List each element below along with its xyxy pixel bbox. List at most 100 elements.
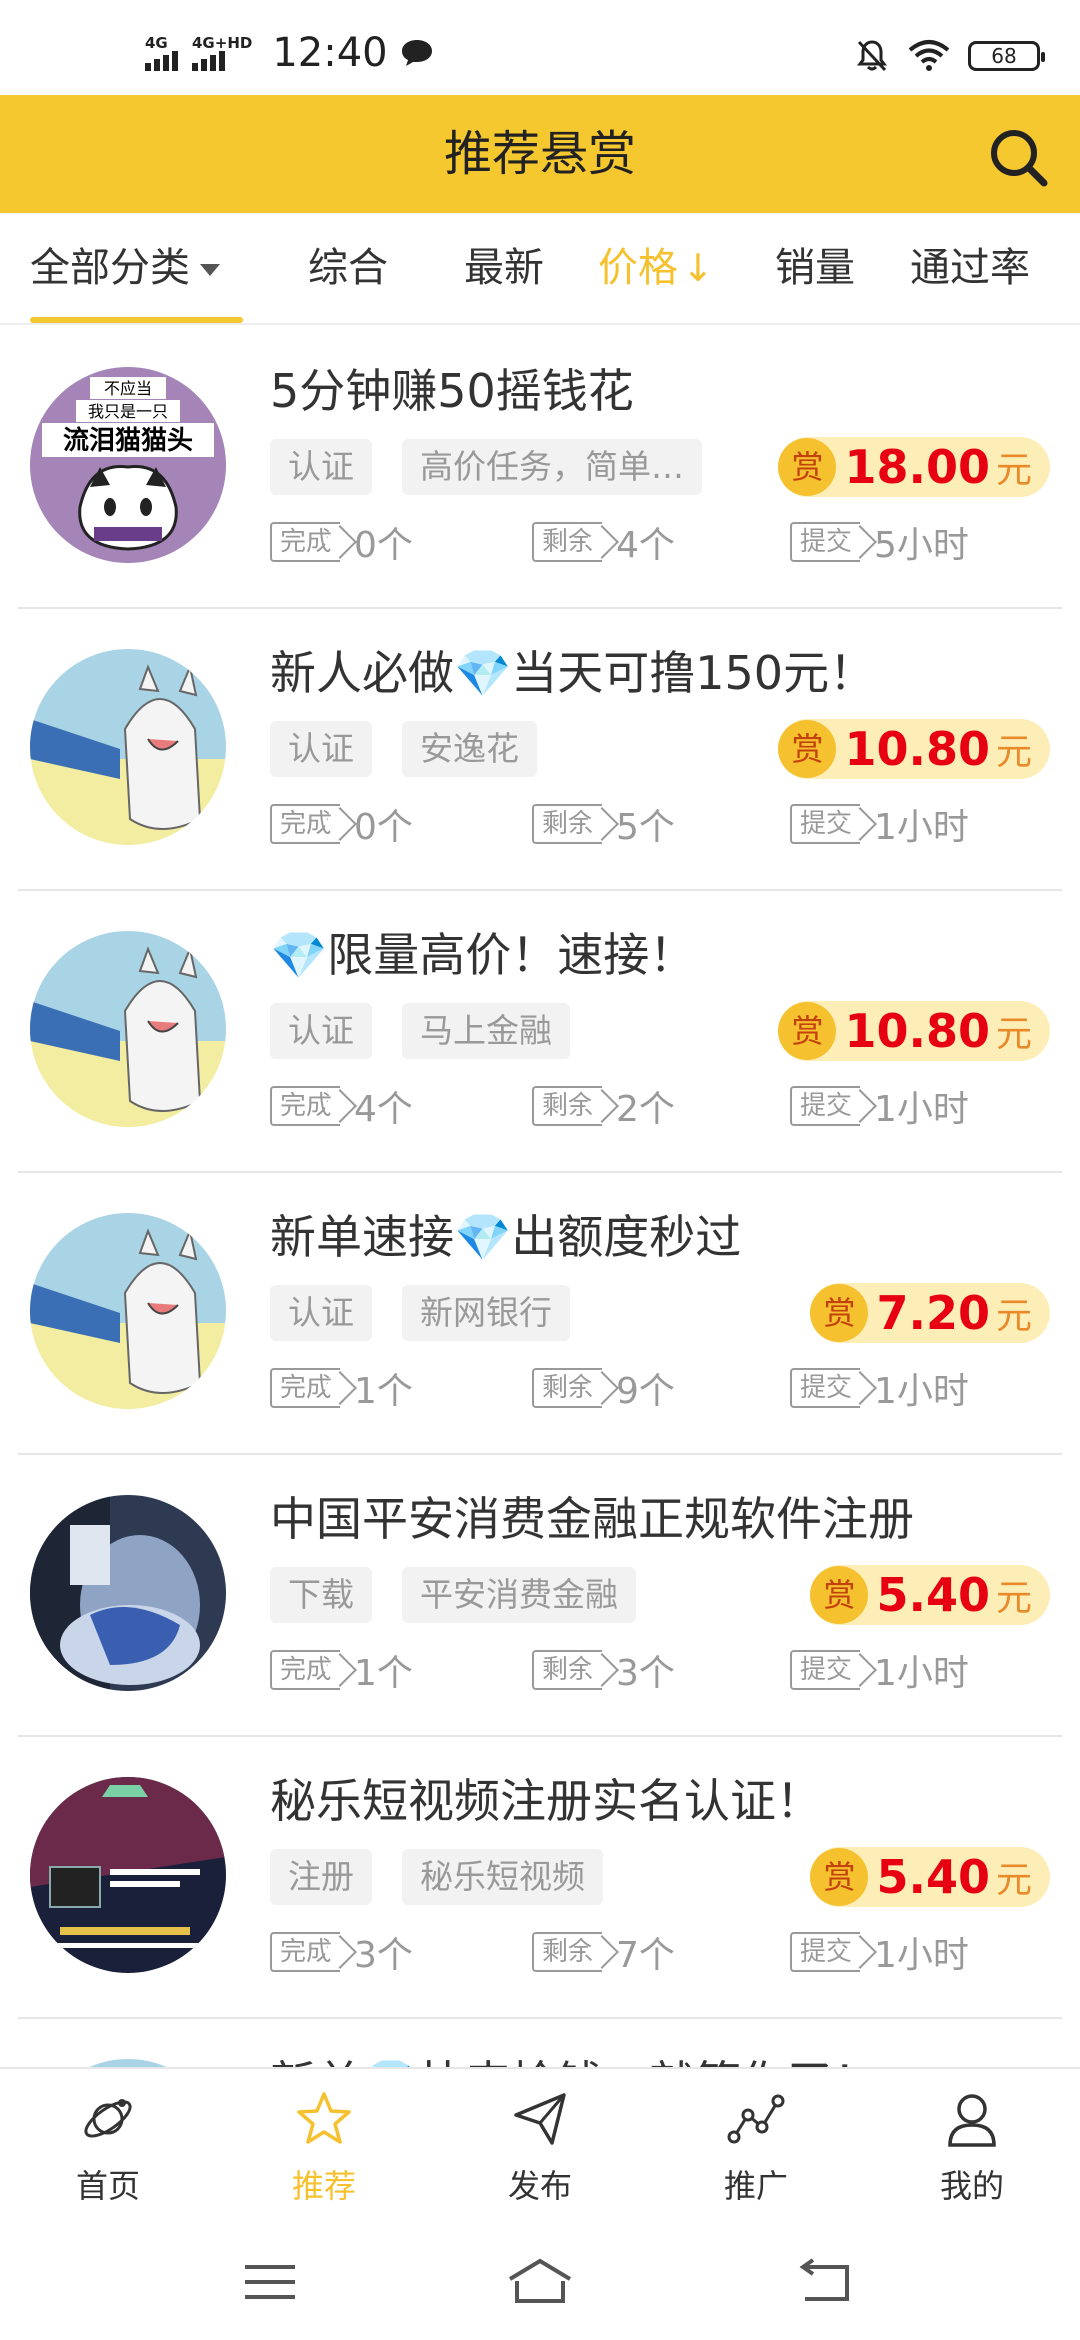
tab-pass-rate[interactable]: 通过率 (910, 213, 1030, 323)
page-title: 推荐悬赏 (443, 126, 636, 182)
task-tag: 高价任务，简单… (402, 439, 702, 495)
battery-level: 68 (991, 44, 1017, 68)
task-item[interactable]: 秘乐短视频注册实名认证！ 注册 秘乐短视频 赏 5.40 元 完成 3个 剩余 7个… (18, 1737, 1062, 2019)
arrow-down-icon: ↓ (682, 246, 714, 290)
task-item[interactable]: 新单💎快来捡钱，就等你了！ (18, 2019, 1062, 2067)
stat-submit: 提交 5小时 (790, 517, 969, 567)
tab-newest[interactable]: 最新 (464, 213, 544, 323)
done-value: 0个 (354, 525, 413, 566)
nav-promote[interactable]: 推广 (648, 2069, 864, 2219)
remaining-badge: 剩余 (532, 1086, 603, 1126)
battery-icon: 68 (968, 41, 1045, 71)
avatar: 不应当 我只是一只 流泪猫猫头 (30, 367, 226, 563)
reward-badge: 赏 18.00 元 (778, 437, 1050, 497)
task-item[interactable]: 中国平安消费金融正规软件注册 下载 平安消费金融 赏 5.40 元 完成 1个 剩… (18, 1455, 1062, 1737)
avatar (30, 2059, 226, 2067)
done-value: 1个 (354, 1653, 413, 1694)
remaining-value: 9个 (616, 1371, 675, 1412)
mute-bell-icon (857, 40, 887, 72)
tab-overall[interactable]: 综合 (308, 213, 388, 323)
task-item[interactable]: 新人必做💎当天可撸150元！ 认证 安逸花 赏 10.80 元 完成 0个 剩余 5… (18, 609, 1062, 891)
reward-unit: 元 (995, 1296, 1032, 1337)
reward-unit: 元 (995, 450, 1032, 491)
submit-badge: 提交 (790, 1650, 861, 1690)
reward-badge: 赏 10.80 元 (778, 1001, 1050, 1061)
menu-icon[interactable] (240, 2257, 300, 2307)
task-tag: 安逸花 (402, 721, 537, 777)
reward-coin-icon: 赏 (810, 1848, 869, 1906)
reward-unit: 元 (995, 1578, 1032, 1619)
tab-sales[interactable]: 销量 (775, 213, 855, 323)
reward-coin-icon: 赏 (778, 438, 837, 496)
stat-done: 完成 1个 (270, 1645, 413, 1695)
task-list: 不应当 我只是一只 流泪猫猫头 5分钟赚50摇钱花 认证 高价任务，简单… 赏 … (0, 327, 1080, 2067)
task-tag: 认证 (270, 1003, 372, 1059)
nav-promote-label: 推广 (723, 2167, 788, 2205)
nav-recommend[interactable]: 推荐 (216, 2069, 432, 2219)
nav-mine[interactable]: 我的 (864, 2069, 1080, 2219)
done-badge: 完成 (270, 804, 341, 844)
stat-remaining: 剩余 2个 (532, 1081, 675, 1131)
remaining-value: 7个 (616, 1935, 675, 1976)
reward-coin-icon: 赏 (810, 1566, 869, 1624)
stat-done: 完成 1个 (270, 1363, 413, 1413)
avatar (30, 649, 226, 845)
remaining-value: 4个 (616, 525, 675, 566)
stat-remaining: 剩余 3个 (532, 1645, 675, 1695)
done-badge: 完成 (270, 1650, 341, 1690)
nav-mine-label: 我的 (939, 2167, 1004, 2205)
task-title: 秘乐短视频注册实名认证！ (270, 1774, 822, 1828)
task-tag: 认证 (270, 721, 372, 777)
paper-plane-icon (514, 2093, 566, 2145)
search-icon[interactable] (986, 125, 1050, 189)
task-tag: 认证 (270, 439, 372, 495)
submit-value: 1小时 (874, 807, 969, 848)
message-icon (401, 39, 432, 66)
tab-price[interactable]: 价格 ↓ (598, 213, 714, 323)
status-bar: 4G 4G+HD 12:40 68 (0, 0, 1080, 95)
app-header: 推荐悬赏 (0, 95, 1080, 213)
reward-coin-icon: 赏 (778, 1002, 837, 1060)
nav-publish-label: 发布 (507, 2167, 572, 2205)
done-badge: 完成 (270, 1086, 341, 1126)
reward-amount: 5.40 (876, 1850, 990, 1904)
reward-coin-icon: 赏 (810, 1284, 869, 1342)
home-icon[interactable] (505, 2257, 575, 2307)
stat-done: 完成 0个 (270, 517, 413, 567)
tab-all-category[interactable]: 全部分类 (30, 213, 220, 323)
submit-badge: 提交 (790, 522, 861, 562)
tab-all-category-label: 全部分类 (30, 245, 190, 291)
stat-remaining: 剩余 7个 (532, 1927, 675, 1977)
done-badge: 完成 (270, 1932, 341, 1972)
reward-badge: 赏 7.20 元 (810, 1283, 1050, 1343)
done-value: 3个 (354, 1935, 413, 1976)
task-title: 新单速接💎出额度秒过 (270, 1210, 742, 1264)
task-item[interactable]: 💎限量高价！速接！ 认证 马上金融 赏 10.80 元 完成 4个 剩余 2个 提交… (18, 891, 1062, 1173)
task-tag: 新网银行 (402, 1285, 570, 1341)
submit-badge: 提交 (790, 1086, 861, 1126)
avatar (30, 1213, 226, 1409)
done-value: 4个 (354, 1089, 413, 1130)
reward-amount: 7.20 (876, 1286, 990, 1340)
task-item[interactable]: 不应当 我只是一只 流泪猫猫头 5分钟赚50摇钱花 认证 高价任务，简单… 赏 … (18, 327, 1062, 609)
clock: 12:40 (272, 29, 388, 76)
sim2-label: 4G+HD (192, 33, 253, 52)
avatar-text: 流泪猫猫头 (63, 426, 193, 456)
remaining-badge: 剩余 (532, 804, 603, 844)
task-item[interactable]: 新单速接💎出额度秒过 认证 新网银行 赏 7.20 元 完成 1个 剩余 9个 提交… (18, 1173, 1062, 1455)
submit-value: 1小时 (874, 1653, 969, 1694)
task-title: 5分钟赚50摇钱花 (270, 364, 634, 418)
signal-icon: 4G (145, 35, 178, 71)
reward-badge: 赏 5.40 元 (810, 1847, 1050, 1907)
nav-home[interactable]: 首页 (0, 2069, 216, 2219)
done-value: 1个 (354, 1371, 413, 1412)
stat-submit: 提交 1小时 (790, 1363, 969, 1413)
avatar (30, 1777, 226, 1973)
done-value: 0个 (354, 807, 413, 848)
submit-value: 1小时 (874, 1935, 969, 1976)
task-tag: 马上金融 (402, 1003, 570, 1059)
back-icon[interactable] (795, 2257, 855, 2307)
avatar-text: 不应当 (104, 379, 152, 398)
nav-publish[interactable]: 发布 (432, 2069, 648, 2219)
task-tag: 秘乐短视频 (402, 1849, 603, 1905)
